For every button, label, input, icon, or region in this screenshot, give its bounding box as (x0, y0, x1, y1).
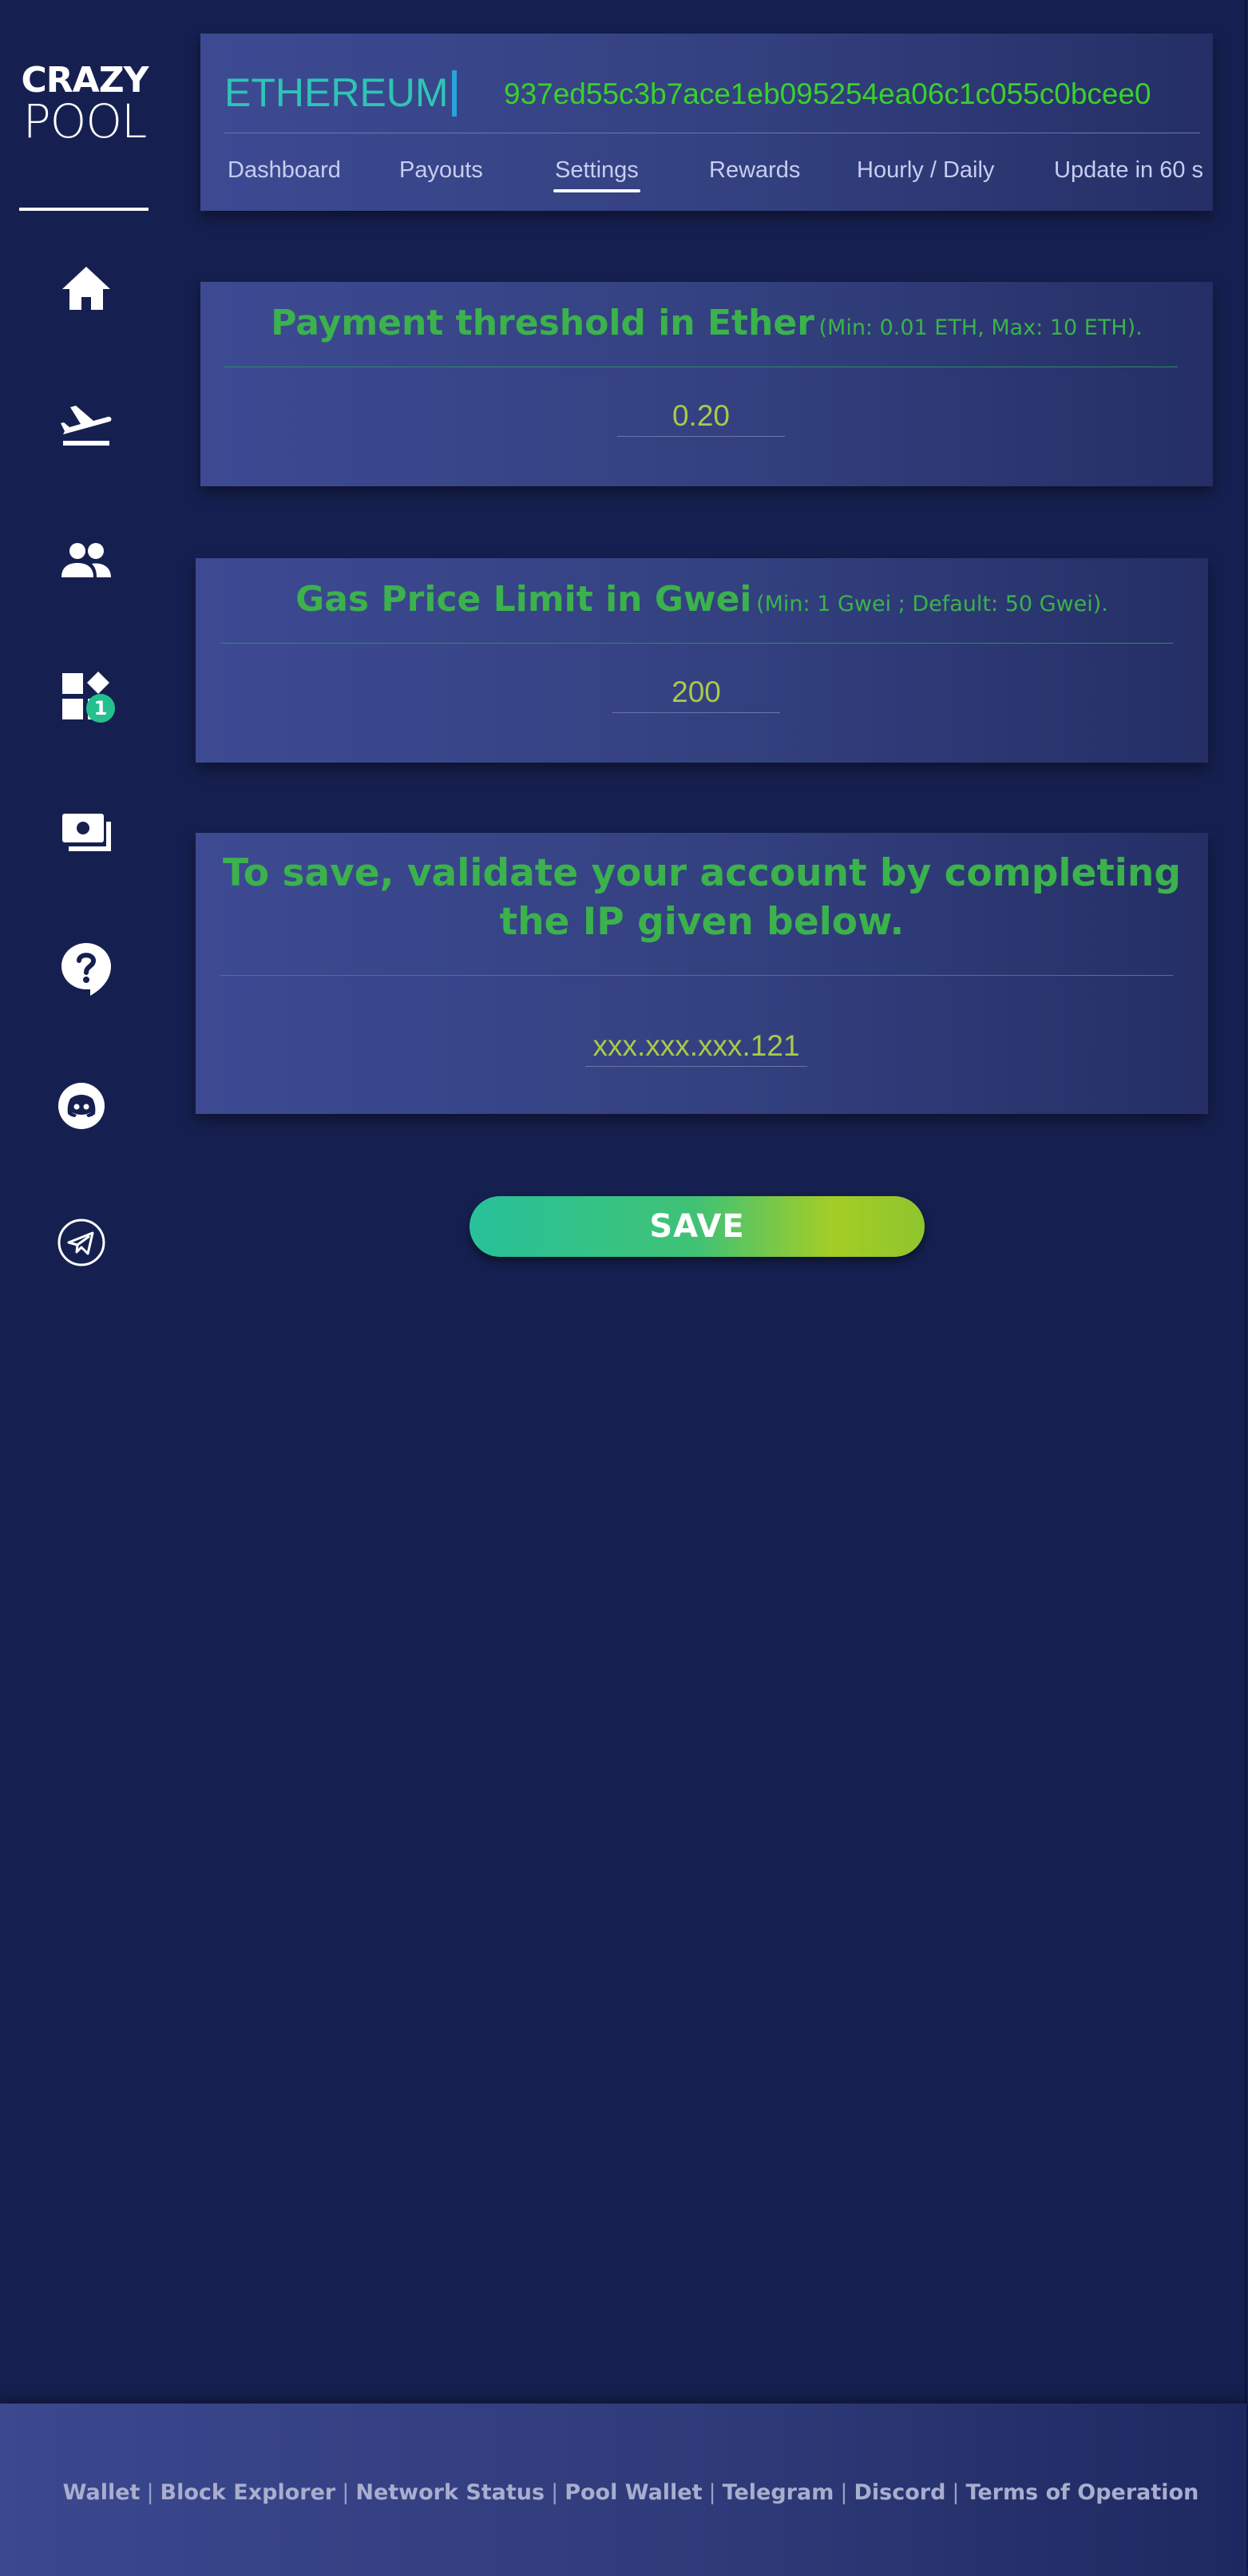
footer-separator: | (146, 2480, 154, 2505)
sidebar-item-telegram[interactable] (51, 1212, 112, 1273)
sidebar-item-help[interactable] (56, 939, 117, 1000)
footer: Wallet | Block Explorer | Network Status | Poo… (0, 2404, 1246, 2576)
card-divider (220, 643, 1173, 644)
ip-validation-title: To save, validate your account by comple… (222, 851, 1181, 944)
footer-separator: | (551, 2480, 559, 2505)
payment-threshold-input[interactable] (617, 396, 785, 437)
header-card: ETHEREUM 937ed55c3b7ace1eb095254ea06c1c0… (200, 34, 1213, 211)
sidebar-item-home[interactable] (56, 258, 117, 319)
users-icon (61, 543, 111, 577)
gas-price-heading: Gas Price Limit in Gwei (295, 579, 752, 620)
ip-input[interactable] (585, 1026, 807, 1067)
payment-threshold-note: (Min: 0.01 ETH, Max: 10 ETH). (818, 315, 1143, 340)
footer-link-wallet[interactable]: Wallet (63, 2480, 141, 2505)
tab-hourly-daily[interactable]: Hourly / Daily (857, 152, 994, 188)
payment-threshold-title: Payment threshold in Ether (Min: 0.01 ET… (200, 303, 1213, 343)
footer-link-telegram[interactable]: Telegram (723, 2480, 834, 2505)
footer-link-terms[interactable]: Terms of Operation (966, 2480, 1199, 2505)
tab-rewards[interactable]: Rewards (709, 152, 800, 188)
gas-price-title: Gas Price Limit in Gwei (Min: 1 Gwei ; D… (196, 579, 1208, 620)
notification-badge: 1 (86, 694, 115, 723)
footer-link-pool-wallet[interactable]: Pool Wallet (565, 2480, 702, 2505)
plane-departure-icon (61, 406, 112, 446)
logo-divider (19, 208, 149, 211)
tab-payouts[interactable]: Payouts (399, 152, 483, 188)
logo-bottom: POOL (22, 94, 148, 149)
save-button[interactable]: SAVE (469, 1196, 925, 1257)
sidebar-item-widgets[interactable]: 1 (56, 667, 117, 727)
help-bubble-icon (61, 943, 111, 996)
gas-price-card: Gas Price Limit in Gwei (Min: 1 Gwei ; D… (196, 558, 1208, 763)
payment-threshold-card: Payment threshold in Ether (Min: 0.01 ET… (200, 282, 1213, 486)
ip-validation-card: To save, validate your account by comple… (196, 833, 1208, 1114)
money-icon (62, 814, 111, 851)
wallet-address: 937ed55c3b7ace1eb095254ea06c1c055c0bcee0 (504, 77, 1151, 110)
tab-dashboard[interactable]: Dashboard (228, 152, 341, 188)
tab-bar: Dashboard Payouts Settings Rewards Hourl… (228, 152, 1218, 192)
sidebar: CRAZY POOL 1 (0, 0, 168, 2404)
sidebar-item-workers[interactable] (56, 530, 117, 591)
footer-separator: | (840, 2480, 848, 2505)
footer-link-block-explorer[interactable]: Block Explorer (160, 2480, 336, 2505)
footer-separator: | (342, 2480, 350, 2505)
coin-divider (452, 70, 457, 117)
card-divider (220, 975, 1173, 976)
payment-threshold-heading: Payment threshold in Ether (271, 303, 814, 343)
coin-name: ETHEREUM (224, 70, 449, 115)
footer-separator: | (952, 2480, 960, 2505)
footer-links: Wallet | Block Explorer | Network Status | Poo… (0, 2480, 1248, 2505)
sidebar-item-money[interactable] (56, 803, 117, 863)
gas-price-note: (Min: 1 Gwei ; Default: 50 Gwei). (756, 592, 1108, 616)
footer-separator: | (708, 2480, 716, 2505)
footer-link-network-status[interactable]: Network Status (355, 2480, 545, 2505)
telegram-icon (57, 1219, 105, 1266)
sidebar-item-payouts[interactable] (56, 394, 117, 455)
discord-icon (58, 1083, 105, 1129)
tab-settings[interactable]: Settings (553, 152, 640, 192)
logo[interactable]: CRAZY POOL (19, 62, 150, 149)
sidebar-item-discord[interactable] (51, 1076, 112, 1136)
gas-price-input[interactable] (612, 672, 780, 713)
update-countdown: Update in 60 s (1054, 157, 1204, 183)
footer-link-discord[interactable]: Discord (854, 2480, 945, 2505)
home-icon (62, 267, 110, 310)
